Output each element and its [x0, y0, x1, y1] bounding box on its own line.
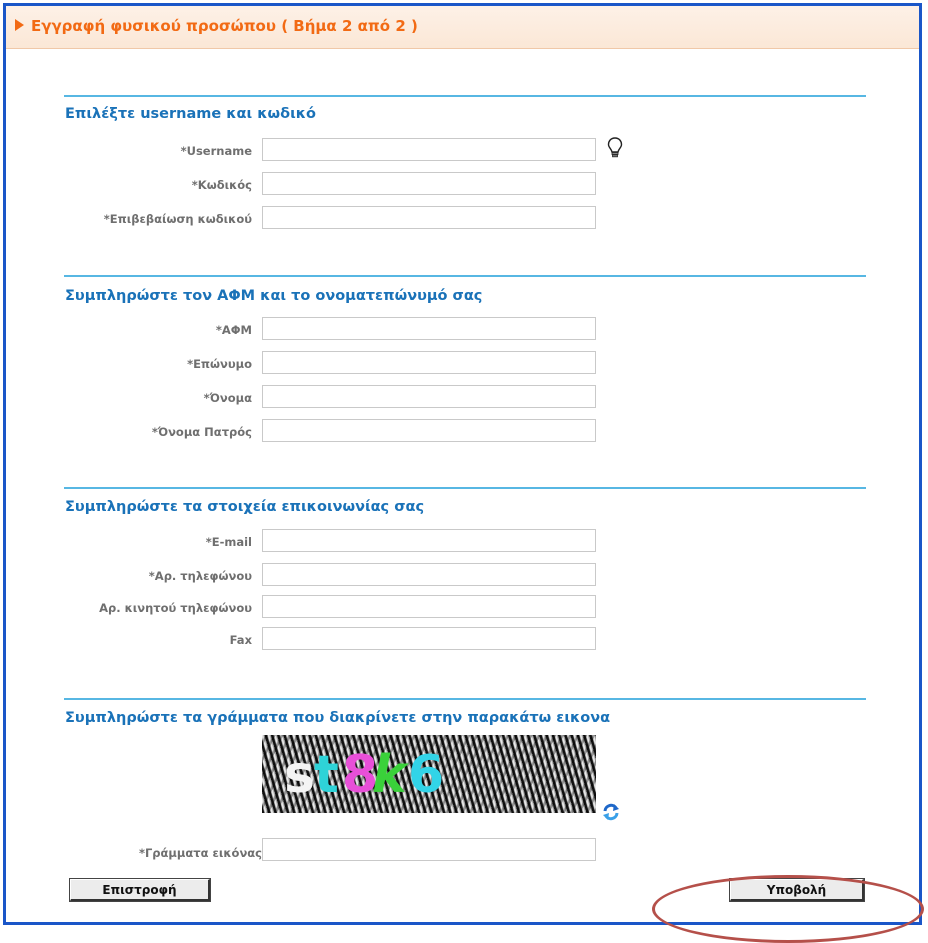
- mobile-input[interactable]: [262, 595, 596, 618]
- form-title: Εγγραφή φυσικού προσώπου ( Βήμα 2 από 2 …: [31, 17, 418, 35]
- captcha-input-label: *Γράμματα εικόνας: [138, 846, 262, 860]
- section-divider: [64, 275, 866, 277]
- phone-input[interactable]: [262, 563, 596, 586]
- username-label: *Username: [180, 144, 252, 158]
- section-title-account: Επιλέξτε username και κωδικό: [65, 106, 316, 122]
- father-name-input[interactable]: [262, 419, 596, 442]
- name-label: *Όνομα: [203, 391, 252, 405]
- mobile-label: Αρ. κινητού τηλεφώνου: [99, 601, 252, 615]
- afm-label: *ΑΦΜ: [215, 323, 252, 337]
- surname-label: *Επώνυμο: [187, 357, 252, 371]
- submit-highlight-annotation: [652, 875, 924, 943]
- section-title-contact: Συμπληρώστε τα στοιχεία επικοινωνίας σας: [65, 499, 425, 515]
- captcha-char: 6: [408, 745, 445, 805]
- back-button[interactable]: Επιστροφή: [69, 878, 211, 902]
- father-name-label: *Όνομα Πατρός: [151, 425, 252, 439]
- afm-input[interactable]: [262, 317, 596, 340]
- captcha-image: s t 8 k 6: [262, 735, 596, 813]
- captcha-input[interactable]: [262, 838, 596, 861]
- form-header: Εγγραφή φυσικού προσώπου ( Βήμα 2 από 2 …: [6, 6, 919, 49]
- captcha-char: s: [284, 745, 315, 805]
- fax-label: Fax: [229, 633, 252, 647]
- name-input[interactable]: [262, 385, 596, 408]
- password-label: *Κωδικός: [191, 178, 252, 192]
- section-divider: [64, 487, 866, 489]
- section-title-captcha: Συμπληρώστε τα γράμματα που διακρίνετε σ…: [65, 710, 611, 726]
- captcha-char: k: [372, 745, 407, 805]
- section-divider: [64, 698, 866, 700]
- header-arrow-icon: [15, 19, 24, 31]
- surname-input[interactable]: [262, 351, 596, 374]
- confirm-password-label: *Επιβεβαίωση κωδικού: [103, 212, 252, 226]
- refresh-icon[interactable]: [602, 803, 620, 821]
- captcha-char: t: [314, 745, 339, 805]
- username-input[interactable]: [262, 138, 596, 161]
- confirm-password-input[interactable]: [262, 206, 596, 229]
- section-title-identity: Συμπληρώστε τον ΑΦΜ και το ονοματεπώνυμό…: [65, 288, 483, 304]
- section-divider: [64, 95, 866, 97]
- email-input[interactable]: [262, 529, 596, 552]
- lightbulb-icon[interactable]: [607, 137, 623, 159]
- email-label: *E-mail: [205, 535, 252, 549]
- fax-input[interactable]: [262, 627, 596, 650]
- password-input[interactable]: [262, 172, 596, 195]
- phone-label: *Αρ. τηλεφώνου: [148, 569, 252, 583]
